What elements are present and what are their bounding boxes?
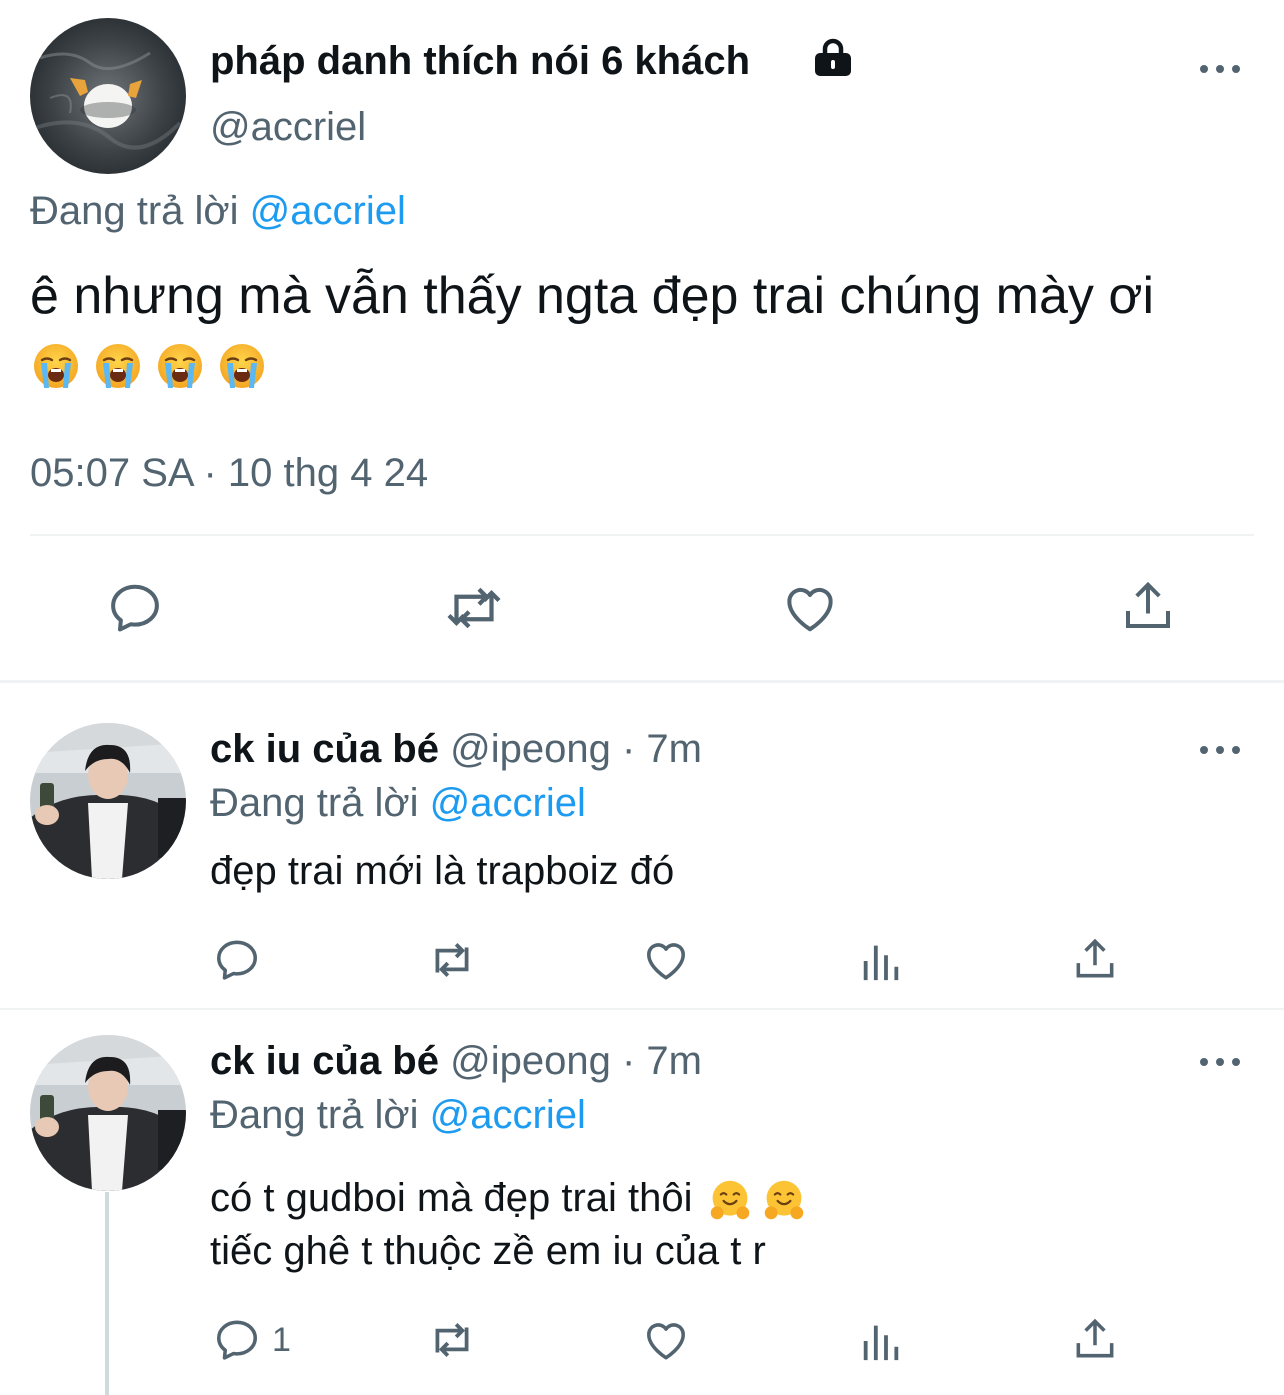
replying-prefix: Đang trả lời xyxy=(210,781,419,825)
replying-to: Đang trả lời @accriel xyxy=(30,188,406,234)
views-icon[interactable] xyxy=(858,938,904,989)
timestamp[interactable]: 05:07 SA · 10 thg 4 24 xyxy=(30,450,428,496)
like-icon[interactable] xyxy=(780,578,840,643)
hugging-face-emoji xyxy=(704,1176,758,1220)
retweet-icon[interactable] xyxy=(424,1315,480,1370)
share-icon[interactable] xyxy=(1070,934,1120,989)
emoji-row xyxy=(32,342,280,402)
hugging-face-emoji xyxy=(758,1176,812,1220)
views-icon[interactable] xyxy=(858,1318,904,1369)
section-divider xyxy=(0,1008,1284,1010)
tweet-text-line-1: có t gudboi mà đẹp trai thôi xyxy=(210,1174,812,1222)
like-icon[interactable] xyxy=(641,935,691,990)
loudly-crying-face-emoji xyxy=(218,344,280,388)
replying-to-link[interactable]: @accriel xyxy=(430,781,586,825)
tweet-text: có t gudboi mà đẹp trai thôi xyxy=(210,1176,693,1220)
avatar[interactable] xyxy=(30,18,186,174)
reply-count: 1 xyxy=(272,1321,291,1359)
tweet-text-line-2: tiếc ghê t thuộc zề em iu của t r xyxy=(210,1229,766,1273)
avatar[interactable] xyxy=(30,723,186,879)
more-options-icon[interactable] xyxy=(1200,744,1240,756)
lock-icon xyxy=(812,38,854,83)
loudly-crying-face-emoji xyxy=(156,344,218,388)
loudly-crying-face-emoji xyxy=(32,344,94,388)
handle-time[interactable]: @ipeong · 7m xyxy=(450,727,702,771)
retweet-icon[interactable] xyxy=(440,578,508,643)
replying-to-link[interactable]: @accriel xyxy=(250,189,406,233)
retweet-icon[interactable] xyxy=(424,935,480,990)
display-name[interactable]: ck iu của bé xyxy=(210,727,439,771)
more-options-icon[interactable] xyxy=(1200,63,1240,75)
reply-header: ck iu của bé @ipeong · 7m xyxy=(210,1038,702,1084)
tweet-text: đẹp trai mới là trapboiz đó xyxy=(210,849,675,893)
divider xyxy=(30,534,1254,536)
reply-header: ck iu của bé @ipeong · 7m xyxy=(210,726,702,772)
reply-icon[interactable] xyxy=(105,578,165,643)
handle[interactable]: @accriel xyxy=(210,104,366,150)
replying-prefix: Đang trả lời xyxy=(210,1093,419,1137)
loudly-crying-face-emoji xyxy=(94,344,156,388)
section-divider xyxy=(0,680,1284,683)
reply-icon[interactable] xyxy=(212,935,262,990)
share-icon[interactable] xyxy=(1118,576,1178,641)
replying-to: Đang trả lời @accriel xyxy=(210,1092,586,1138)
thread-line xyxy=(105,1192,109,1395)
replying-prefix: Đang trả lời xyxy=(30,189,239,233)
reply-icon[interactable] xyxy=(212,1315,262,1370)
share-icon[interactable] xyxy=(1070,1314,1120,1369)
avatar[interactable] xyxy=(30,1035,186,1191)
emoji-group xyxy=(704,1176,812,1220)
replying-to-link[interactable]: @accriel xyxy=(430,1093,586,1137)
handle-time[interactable]: @ipeong · 7m xyxy=(450,1039,702,1083)
like-icon[interactable] xyxy=(641,1315,691,1370)
tweet-text: ê nhưng mà vẫn thấy ngta đẹp trai chúng … xyxy=(30,267,1155,325)
more-options-icon[interactable] xyxy=(1200,1056,1240,1068)
replying-to: Đang trả lời @accriel xyxy=(210,780,586,826)
display-name[interactable]: ck iu của bé xyxy=(210,1039,439,1083)
display-name[interactable]: pháp danh thích nói 6 khách xyxy=(210,38,750,84)
